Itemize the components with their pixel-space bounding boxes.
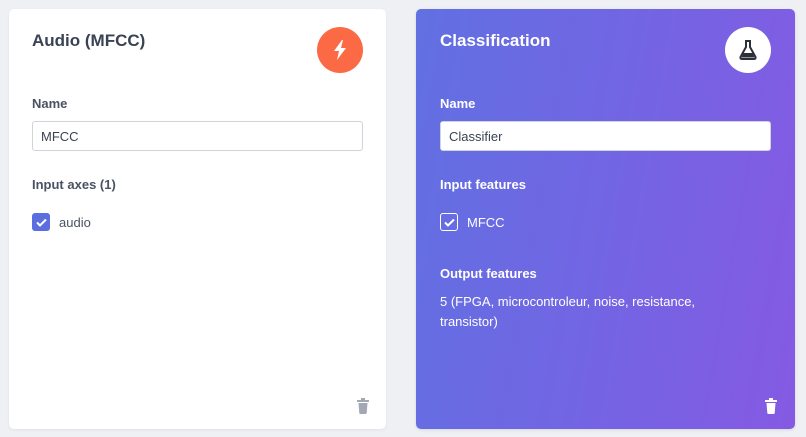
- learning-block-card: Classification Name Input features MFCC …: [416, 9, 795, 429]
- lightning-bolt-icon: [317, 27, 363, 73]
- card-title: Classification: [440, 31, 551, 50]
- output-features-label: Output features: [440, 266, 537, 281]
- input-axes-label: Input axes (1): [32, 177, 116, 192]
- checkbox-checked-icon[interactable]: [32, 213, 50, 231]
- axis-label: audio: [59, 214, 91, 230]
- output-features-value: 5 (FPGA, microcontroleur, noise, resista…: [440, 294, 696, 329]
- name-label: Name: [440, 96, 476, 111]
- card-title: Audio (MFCC): [32, 31, 146, 50]
- trash-icon[interactable]: [356, 398, 370, 414]
- feature-checkbox-row[interactable]: MFCC: [440, 213, 505, 231]
- feature-label: MFCC: [467, 214, 505, 230]
- name-input[interactable]: [440, 121, 771, 151]
- checkbox-checked-icon[interactable]: [440, 213, 458, 231]
- trash-icon[interactable]: [764, 398, 778, 414]
- flask-icon: [725, 27, 771, 73]
- name-label: Name: [32, 96, 68, 111]
- input-features-label: Input features: [440, 177, 526, 192]
- processing-block-card: Audio (MFCC) Name Input axes (1) audio: [9, 9, 386, 429]
- axis-checkbox-row[interactable]: audio: [32, 213, 91, 231]
- name-input[interactable]: [32, 121, 363, 151]
